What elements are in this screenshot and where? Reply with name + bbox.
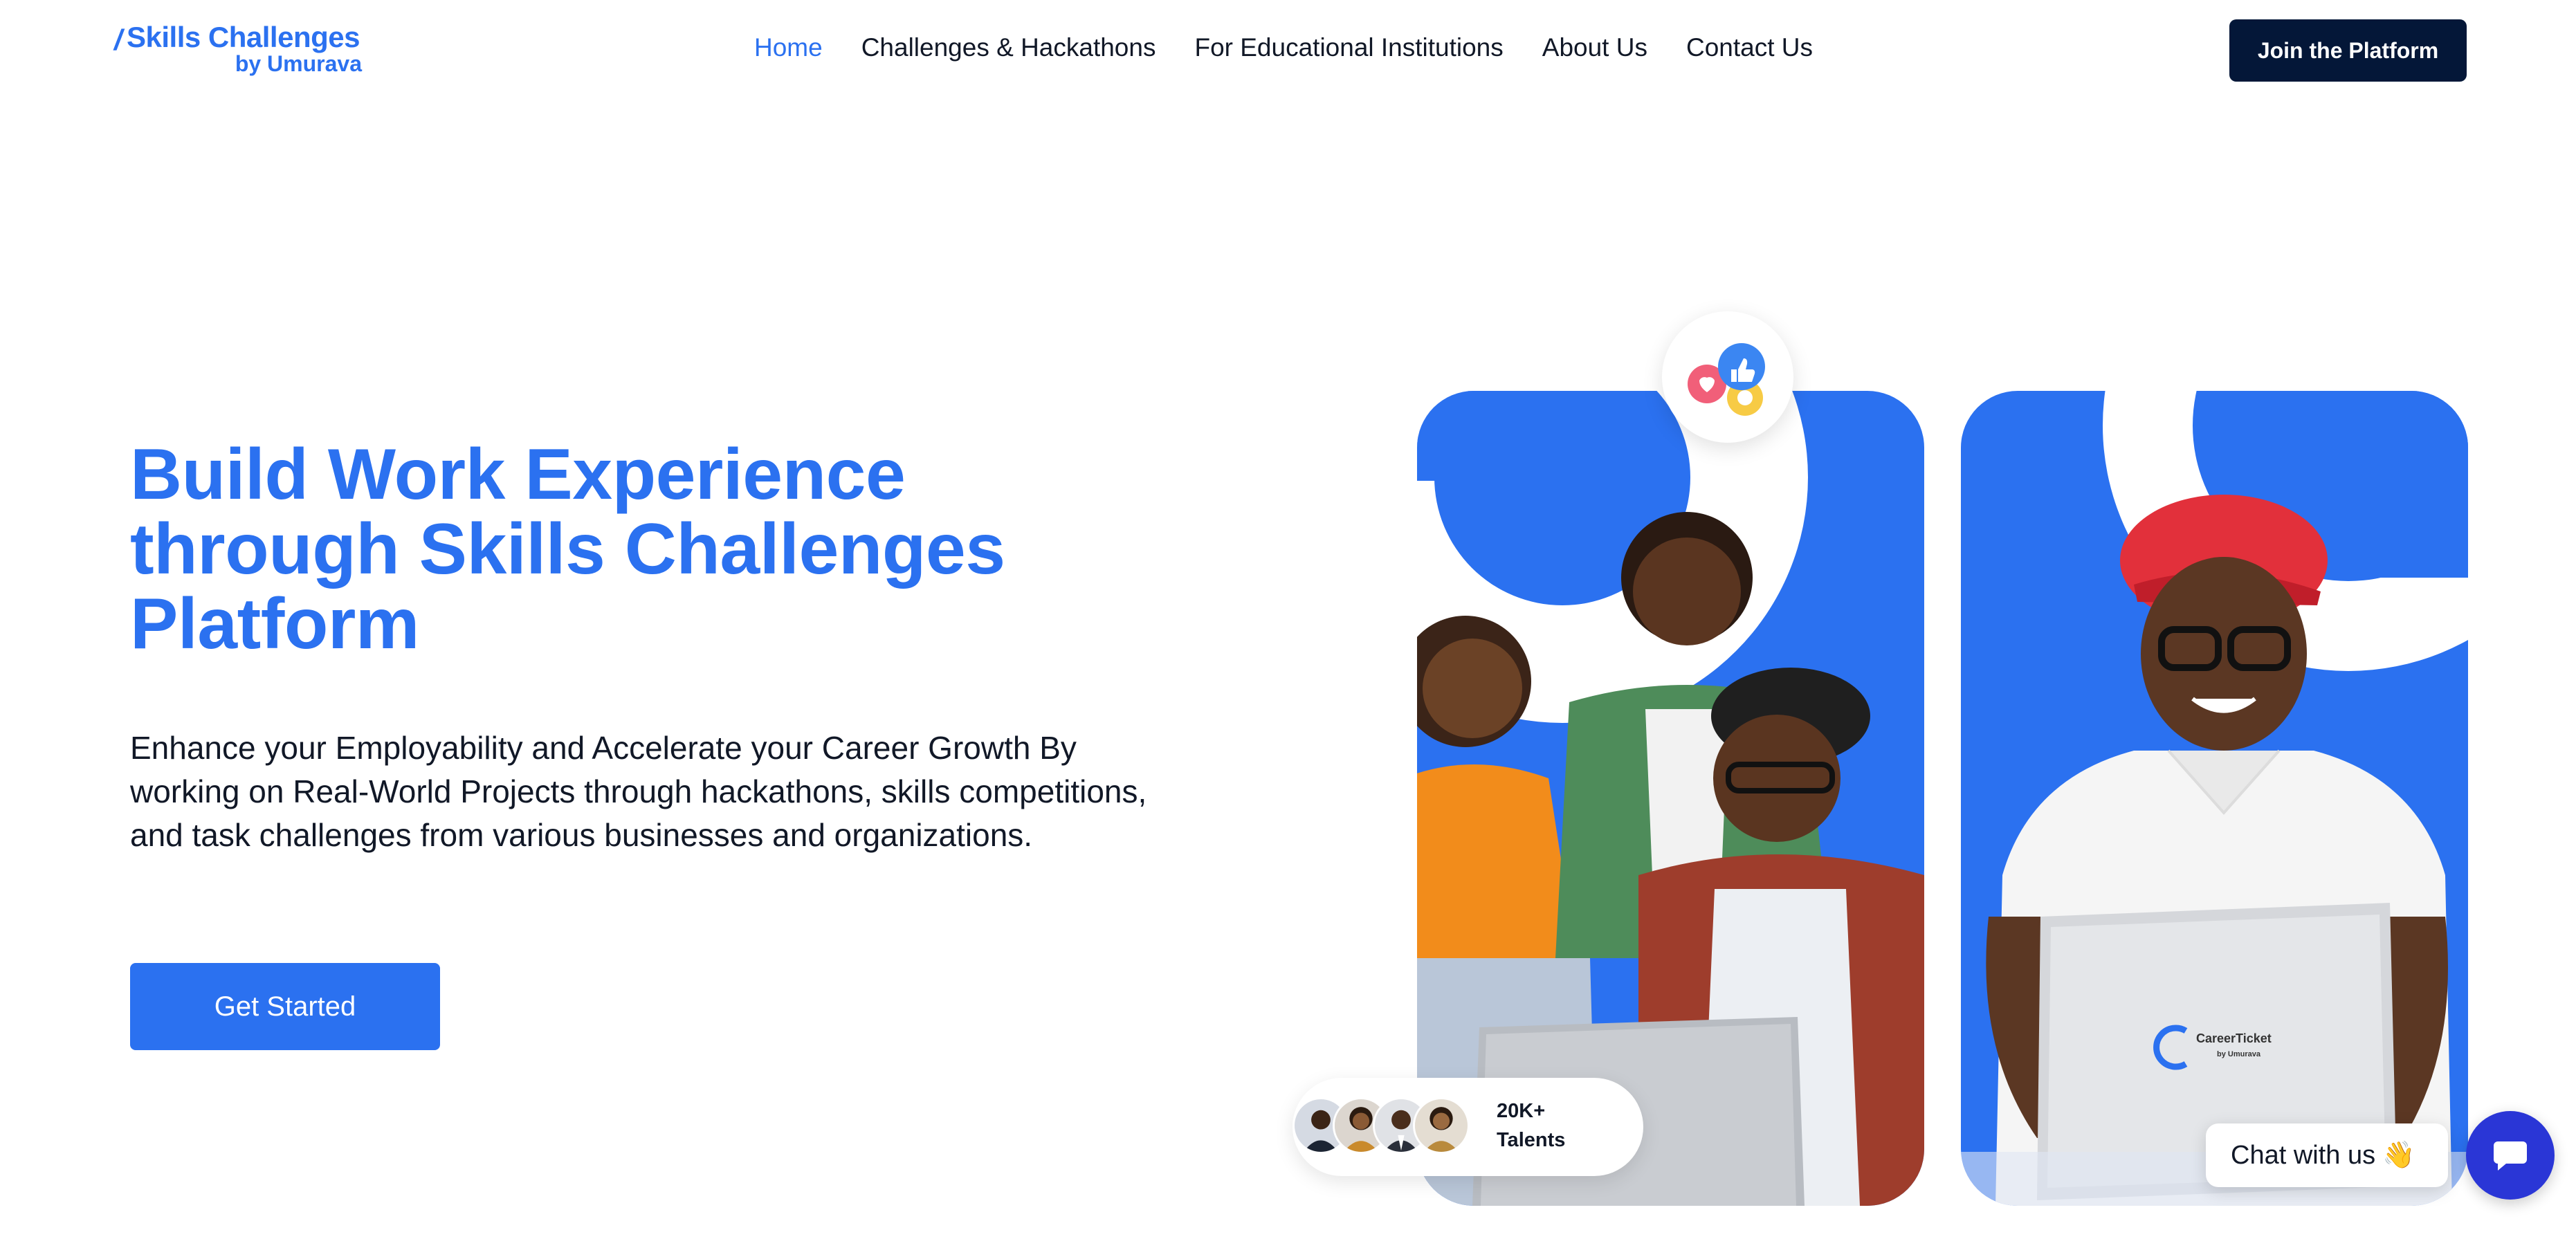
reaction-icons xyxy=(1688,343,1765,416)
wave-icon: 👋 xyxy=(2382,1141,2415,1170)
get-started-button[interactable]: Get Started xyxy=(130,963,440,1050)
nav-contact-us[interactable]: Contact Us xyxy=(1686,33,1813,62)
reaction-badge xyxy=(1662,311,1793,443)
hero-title-line3: Platform xyxy=(130,584,419,664)
talents-count: 20K+ xyxy=(1497,1100,1546,1122)
logo[interactable]: / Skills Challenges by Umurava xyxy=(114,21,370,80)
chat-prompt-label: Chat with us xyxy=(2231,1140,2376,1170)
talents-badge: 20K+ Talents xyxy=(1292,1078,1643,1176)
laptop-brand-sub: by Umurava xyxy=(2217,1050,2261,1058)
chat-prompt[interactable]: Chat with us 👋 xyxy=(2206,1123,2448,1187)
chat-icon xyxy=(2494,1141,2527,1171)
hero-title: Build Work Experience through Skills Cha… xyxy=(130,437,1237,661)
student-photo-illustration: CareerTicket by Umurava xyxy=(1961,391,2468,1206)
laptop-brand: CareerTicket xyxy=(2196,1031,2272,1045)
nav-educational-institutions[interactable]: For Educational Institutions xyxy=(1194,33,1503,62)
main-nav: Home Challenges & Hackathons For Educati… xyxy=(754,33,1813,62)
hero-image-student: CareerTicket by Umurava xyxy=(1961,391,2468,1206)
nav-about-us[interactable]: About Us xyxy=(1542,33,1647,62)
logo-mark: / xyxy=(114,24,122,56)
logo-subtitle: by Umurava xyxy=(235,51,362,76)
nav-home[interactable]: Home xyxy=(754,33,823,62)
join-platform-button[interactable]: Join the Platform xyxy=(2229,19,2467,82)
hero-title-line1: Build Work Experience xyxy=(130,434,906,515)
logo-title: Skills Challenges xyxy=(127,21,360,53)
nav-challenges-hackathons[interactable]: Challenges & Hackathons xyxy=(861,33,1156,62)
chat-button[interactable] xyxy=(2466,1111,2555,1200)
hero-description: Enhance your Employability and Accelerat… xyxy=(130,730,1147,853)
hero-title-line2: through Skills Challenges xyxy=(130,509,1005,589)
talents-label: Talents xyxy=(1497,1129,1566,1151)
avatar xyxy=(1413,1097,1470,1154)
